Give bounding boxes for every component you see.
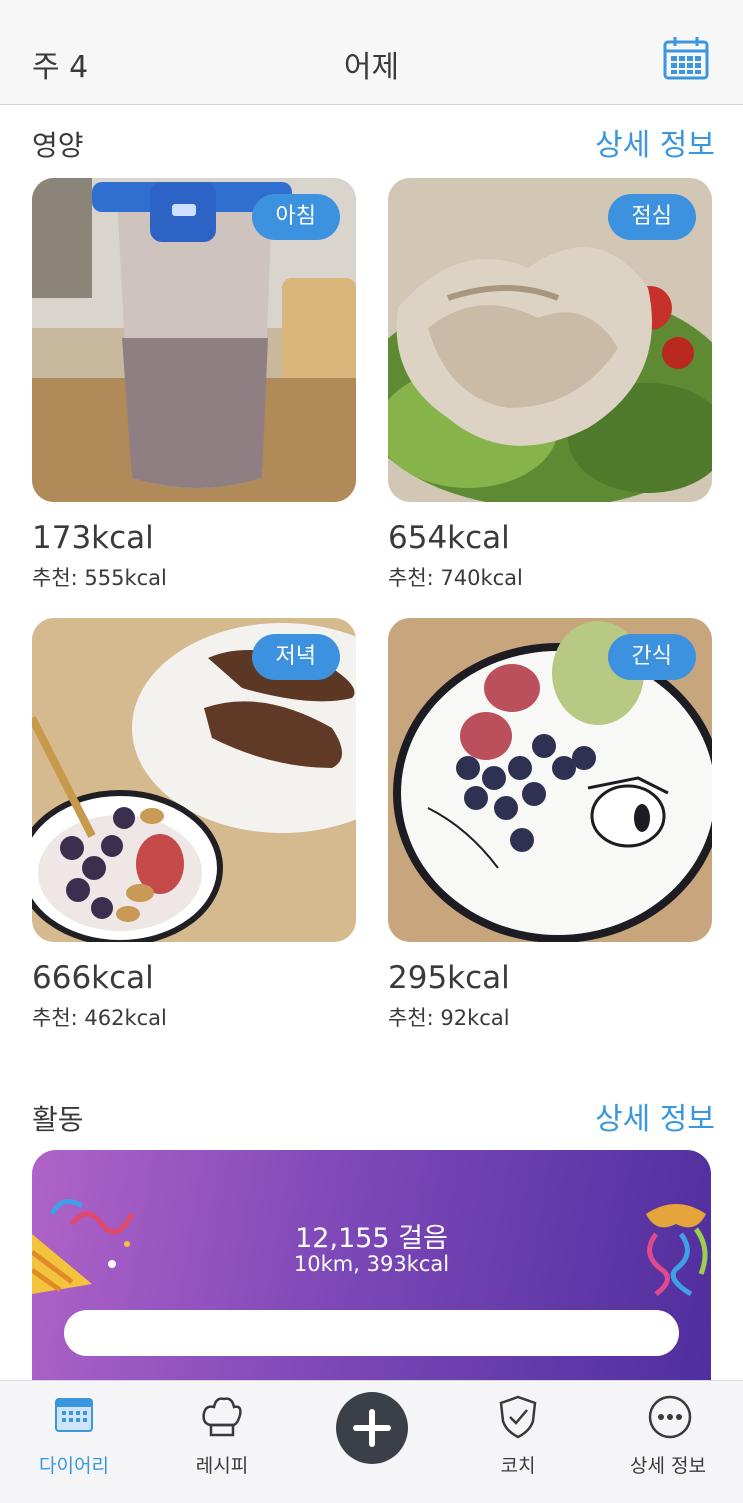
dinner-recommended: 추천: 462kcal bbox=[32, 1006, 167, 1030]
tab-more[interactable]: 상세 정보 bbox=[594, 1381, 742, 1503]
snack-recommended: 추천: 92kcal bbox=[388, 1006, 510, 1030]
shield-check-icon bbox=[499, 1395, 537, 1439]
snack-kcal: 295kcal bbox=[388, 960, 510, 996]
activity-card[interactable]: 12,155 걸음 10km, 393kcal bbox=[32, 1150, 711, 1410]
tab-more-label: 상세 정보 bbox=[630, 1455, 706, 1477]
dinner-kcal: 666kcal bbox=[32, 960, 154, 996]
calendar-icon bbox=[55, 1398, 93, 1432]
more-icon bbox=[648, 1395, 692, 1439]
tab-coach-label: 코치 bbox=[500, 1455, 536, 1477]
plus-icon bbox=[353, 1409, 391, 1447]
activity-summary: 10km, 393kcal bbox=[293, 1252, 450, 1276]
nutrition-detail-link[interactable]: 상세 정보 bbox=[595, 120, 715, 164]
meal-badge-snack: 간식 bbox=[607, 634, 696, 680]
add-button[interactable] bbox=[336, 1392, 408, 1464]
tab-recipes-label: 레시피 bbox=[195, 1455, 249, 1477]
lunch-kcal: 654kcal bbox=[388, 520, 510, 556]
steps-count: 12,155 걸음 bbox=[295, 1223, 448, 1254]
meal-badge-breakfast: 아침 bbox=[251, 194, 340, 240]
lunch-card[interactable]: 점심 bbox=[388, 178, 712, 502]
lunch-recommended: 추천: 740kcal bbox=[388, 566, 523, 590]
tab-diary[interactable]: 다이어리 bbox=[0, 1381, 148, 1503]
breakfast-kcal: 173kcal bbox=[32, 520, 154, 556]
tab-recipes[interactable]: 레시피 bbox=[148, 1381, 296, 1503]
nutrition-title: 영양 bbox=[32, 129, 84, 162]
steps-progress-bar bbox=[64, 1310, 679, 1356]
page-title: 어제 bbox=[343, 50, 400, 85]
dinner-card[interactable]: 저녁 bbox=[32, 618, 356, 942]
top-bar: 주 4 어제 bbox=[0, 0, 743, 105]
chef-hat-icon bbox=[202, 1397, 242, 1437]
meal-badge-lunch: 점심 bbox=[607, 194, 696, 240]
tab-coach[interactable]: 코치 bbox=[444, 1381, 592, 1503]
activity-title: 활동 bbox=[32, 1103, 84, 1136]
tab-diary-label: 다이어리 bbox=[39, 1455, 109, 1477]
breakfast-recommended: 추천: 555kcal bbox=[32, 566, 167, 590]
calendar-icon[interactable] bbox=[662, 34, 710, 82]
snack-card[interactable]: 간식 bbox=[388, 618, 712, 942]
breakfast-card[interactable]: 아침 bbox=[32, 178, 356, 502]
activity-detail-link[interactable]: 상세 정보 bbox=[595, 1094, 715, 1138]
meal-badge-dinner: 저녁 bbox=[251, 634, 340, 680]
